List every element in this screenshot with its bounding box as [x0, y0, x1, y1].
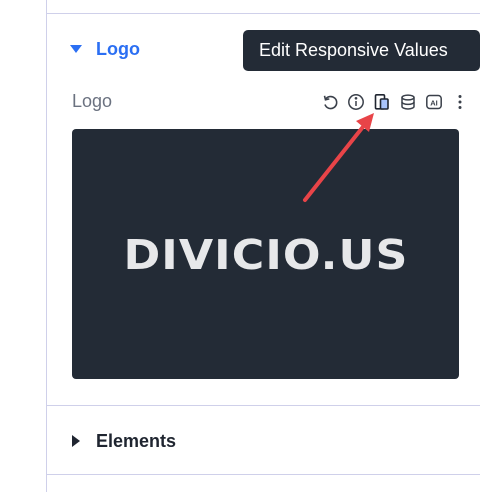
- responsive-icon[interactable]: [372, 92, 392, 112]
- svg-text:AI: AI: [430, 98, 438, 107]
- logo-section-toggle[interactable]: Logo: [70, 37, 140, 61]
- responsive-tooltip: Edit Responsive Values: [243, 30, 480, 71]
- panel-left-border: [46, 0, 47, 492]
- section-divider-bottom: [46, 474, 480, 475]
- caret-down-icon: [70, 45, 82, 53]
- section-divider-top: [46, 13, 480, 14]
- more-options-icon[interactable]: [450, 92, 470, 112]
- elements-section-title: Elements: [96, 430, 177, 451]
- dynamic-content-icon[interactable]: [398, 92, 418, 112]
- field-option-icons: AI: [320, 91, 470, 113]
- logo-section-title: Logo: [96, 38, 140, 59]
- logo-field-label: Logo: [72, 91, 113, 111]
- logo-image-preview[interactable]: DIVICIO.US: [72, 129, 459, 379]
- reset-icon[interactable]: [320, 92, 340, 112]
- caret-right-icon: [72, 435, 80, 447]
- info-icon[interactable]: [346, 92, 366, 112]
- section-divider-mid: [46, 405, 480, 406]
- elements-section-toggle[interactable]: Elements: [72, 430, 176, 452]
- ai-icon[interactable]: AI: [424, 92, 444, 112]
- logo-preview-text: DIVICIO.US: [122, 231, 409, 279]
